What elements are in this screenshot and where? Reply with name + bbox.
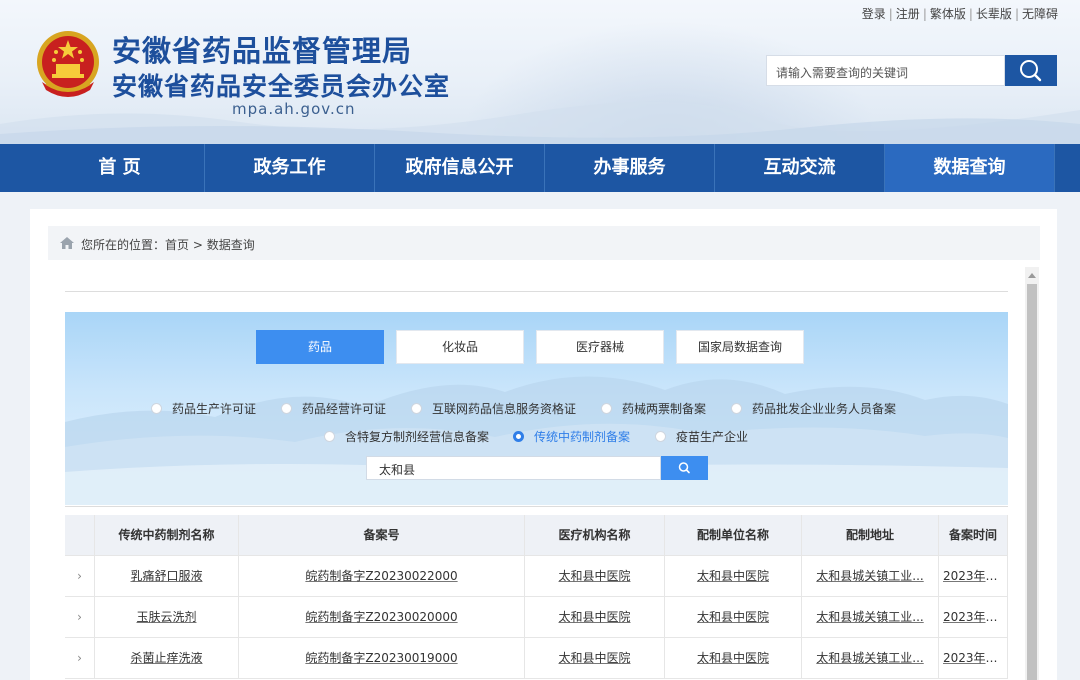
cell-preparation-name[interactable]: 杀菌止痒洗液 [95,638,239,679]
option-tcm-preparation-filing[interactable]: 传统中药制剂备案 [513,428,630,445]
cell-filing-date[interactable]: 2023年11月... [939,597,1008,638]
query-search-input[interactable]: 太和县 [366,456,661,480]
scroll-up-icon[interactable] [1028,273,1036,278]
expand-row-icon[interactable]: › [65,638,95,679]
radio-icon [655,431,666,442]
nav-info-disclosure[interactable]: 政府信息公开 [375,144,545,192]
cell-filing-date[interactable]: 2023年11月... [939,556,1008,597]
tab-medical-devices[interactable]: 医疗器械 [536,330,664,364]
radio-icon [601,403,612,414]
query-search: 太和县 [366,456,708,480]
cell-filing-number[interactable]: 皖药制备字Z20230020000 [239,597,525,638]
column-header: 备案号 [239,515,525,556]
nav-services[interactable]: 办事服务 [545,144,715,192]
table-row[interactable]: › 乳痛舒口服液 皖药制备字Z20230022000 太和县中医院 太和县中医院… [65,556,1008,597]
option-wholesale-staff-filing[interactable]: 药品批发企业业务人员备案 [731,400,896,417]
nav-government-affairs[interactable]: 政务工作 [205,144,375,192]
site-domain: mpa.ah.gov.cn [232,100,356,118]
main-nav: 首 页 政务工作 政府信息公开 办事服务 互动交流 数据查询 [0,144,1080,192]
cell-preparation-unit[interactable]: 太和县中医院 [665,638,802,679]
site-title: 安徽省药品监督管理局 [112,34,413,68]
accessibility-link[interactable]: 无障碍 [1022,7,1058,21]
login-link[interactable]: 登录 [862,7,886,21]
search-icon [1020,60,1042,82]
column-header: 配制地址 [802,515,939,556]
radio-icon [281,403,292,414]
cell-preparation-name[interactable]: 玉肤云洗剂 [95,597,239,638]
option-drug-trade-license[interactable]: 药品经营许可证 [281,400,386,417]
site-header: 安徽省药品监督管理局 安徽省药品安全委员会办公室 mpa.ah.gov.cn 登… [0,0,1080,144]
site-search-input[interactable]: 请输入需要查询的关键词 [766,55,1005,86]
query-panel: 药品 化妆品 医疗器械 国家局数据查询 药品生产许可证 药品经营许可证 互联网药… [65,312,1008,505]
option-vaccine-producers[interactable]: 疫苗生产企业 [655,428,748,445]
divider [65,291,1008,292]
national-emblem-icon [37,31,99,97]
scroll-thumb[interactable] [1027,284,1037,680]
option-compound-preparation-filing[interactable]: 含特复方制剂经营信息备案 [324,428,489,445]
tab-nmpa-data[interactable]: 国家局数据查询 [676,330,804,364]
column-header: 备案时间 [939,515,1008,556]
radio-icon [411,403,422,414]
elder-mode-link[interactable]: 长辈版 [976,7,1012,21]
cell-preparation-unit[interactable]: 太和县中医院 [665,556,802,597]
search-icon [678,462,690,474]
breadcrumb-prefix: 您所在的位置： [81,238,166,252]
column-header: 配制单位名称 [665,515,802,556]
scrollbar[interactable] [1025,267,1039,680]
site-search-button[interactable] [1005,55,1057,86]
radio-selected-icon [513,431,524,442]
cell-address[interactable]: 太和县城关镇工业... [802,597,939,638]
radio-icon [731,403,742,414]
cell-address[interactable]: 太和县城关镇工业... [802,638,939,679]
nav-home[interactable]: 首 页 [35,144,205,192]
table-row[interactable]: › 玉肤云洗剂 皖药制备字Z20230020000 太和县中医院 太和县中医院 … [65,597,1008,638]
nav-data-query[interactable]: 数据查询 [885,144,1055,192]
cell-institution[interactable]: 太和县中医院 [525,638,665,679]
option-drug-production-license[interactable]: 药品生产许可证 [151,400,256,417]
column-header: 医疗机构名称 [525,515,665,556]
top-links: 登录 | 注册 | 繁体版 | 长辈版 | 无障碍 [861,7,1058,21]
home-icon [60,237,74,249]
breadcrumb-home[interactable]: 首页 [165,238,189,252]
nav-interaction[interactable]: 互动交流 [715,144,885,192]
table-header-row: 传统中药制剂名称 备案号 医疗机构名称 配制单位名称 配制地址 备案时间 [65,515,1008,556]
site-search: 请输入需要查询的关键词 [766,55,1057,86]
option-internet-drug-info-cert[interactable]: 互联网药品信息服务资格证 [411,400,576,417]
header-expand-cell [65,515,95,556]
option-two-invoice-filing[interactable]: 药械两票制备案 [601,400,706,417]
cell-institution[interactable]: 太和县中医院 [525,597,665,638]
table-row[interactable]: › 杀菌止痒洗液 皖药制备字Z20230019000 太和县中医院 太和县中医院… [65,638,1008,679]
breadcrumb-separator: > [189,238,207,252]
breadcrumb-current[interactable]: 数据查询 [207,238,255,252]
expand-row-icon[interactable]: › [65,597,95,638]
cell-filing-date[interactable]: 2023年11月... [939,638,1008,679]
query-search-button[interactable] [661,456,708,480]
radio-icon [324,431,335,442]
site-subtitle: 安徽省药品安全委员会办公室 [112,72,451,101]
tab-cosmetics[interactable]: 化妆品 [396,330,524,364]
register-link[interactable]: 注册 [896,7,920,21]
cell-preparation-unit[interactable]: 太和县中医院 [665,597,802,638]
expand-row-icon[interactable]: › [65,556,95,597]
main-content: 您所在的位置：首页 > 数据查询 药品 化妆品 医疗器械 国家局数据查询 药品生… [30,209,1057,680]
cell-address[interactable]: 太和县城关镇工业... [802,556,939,597]
tab-drugs[interactable]: 药品 [256,330,384,364]
query-frame: 药品 化妆品 医疗器械 国家局数据查询 药品生产许可证 药品经营许可证 互联网药… [30,267,1057,680]
cell-preparation-name[interactable]: 乳痛舒口服液 [95,556,239,597]
column-header: 传统中药制剂名称 [95,515,239,556]
cell-filing-number[interactable]: 皖药制备字Z20230022000 [239,556,525,597]
traditional-chinese-link[interactable]: 繁体版 [930,7,966,21]
breadcrumb: 您所在的位置：首页 > 数据查询 [48,226,1040,260]
radio-icon [151,403,162,414]
divider [65,506,1008,507]
cell-institution[interactable]: 太和县中医院 [525,556,665,597]
cell-filing-number[interactable]: 皖药制备字Z20230019000 [239,638,525,679]
